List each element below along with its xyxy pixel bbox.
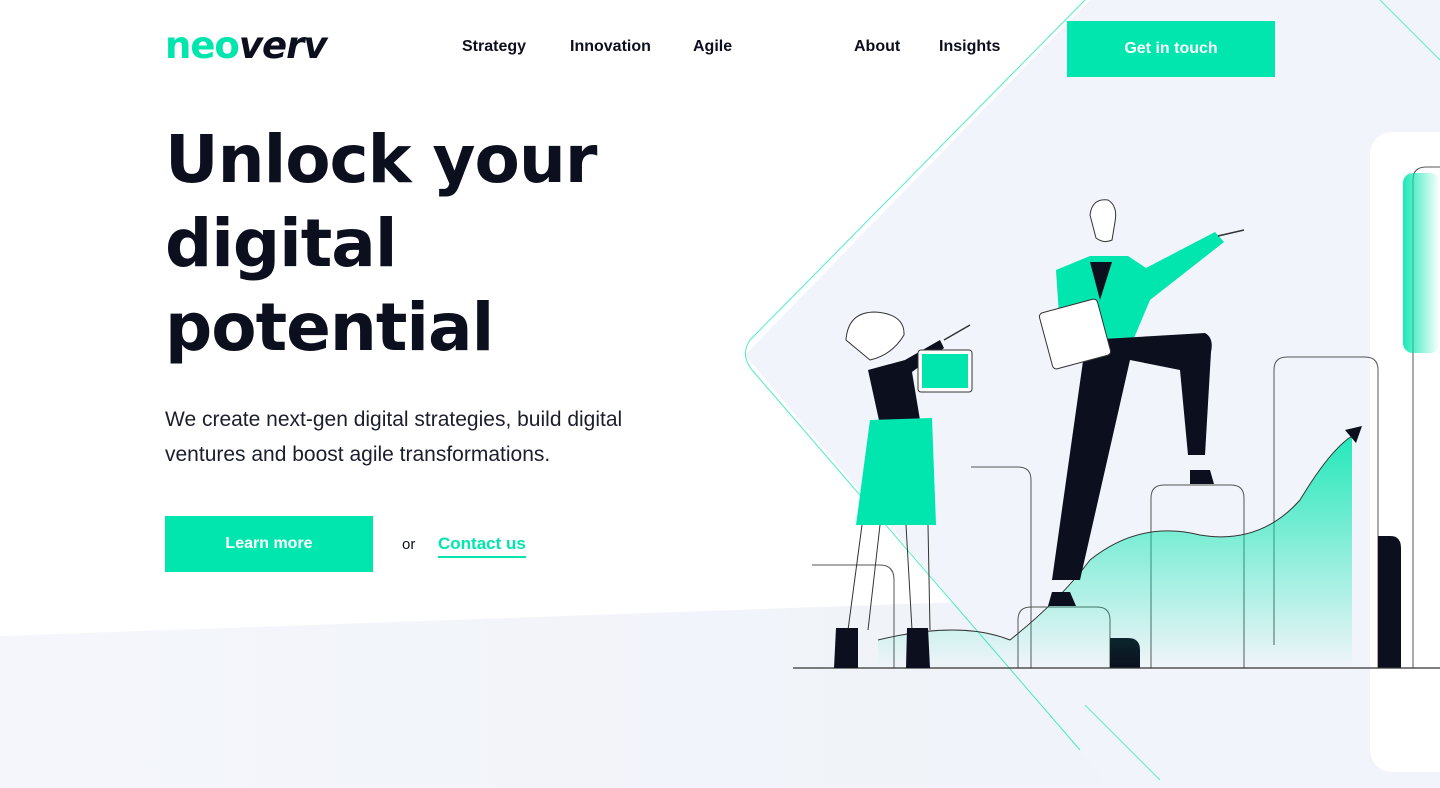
hero-section: Unlock your digital potential [165,118,685,370]
nav-insights[interactable]: Insights [939,37,1000,57]
contact-us-link[interactable]: Contact us [438,534,526,558]
nav-agile[interactable]: Agile [693,37,732,57]
learn-more-button[interactable]: Learn more [165,516,373,572]
headline-line-3: potential [165,289,494,366]
get-in-touch-button[interactable]: Get in touch [1067,21,1275,77]
lead-line-2: ventures and boost agile transformations… [165,443,551,466]
lead-line-1: We create next-gen digital strategies, b… [165,408,623,431]
or-separator: or [402,536,416,553]
headline-line-2: digital [165,205,397,282]
nav-about[interactable]: About [854,37,900,57]
logo-part-verv: verv [238,24,328,67]
headline-line-1: Unlock your [165,121,597,198]
hero-lead-text: We create next-gen digital strategies, b… [165,402,685,472]
brand-logo[interactable]: neoverv [165,24,328,67]
logo-part-neo: neo [165,24,240,67]
nav-innovation[interactable]: Innovation [570,37,651,57]
woman-figure [834,311,973,668]
hero-headline: Unlock your digital potential [165,118,685,370]
nav-strategy[interactable]: Strategy [462,37,526,57]
site-header: neoverv Strategy Innovation Agile About … [0,0,1440,96]
